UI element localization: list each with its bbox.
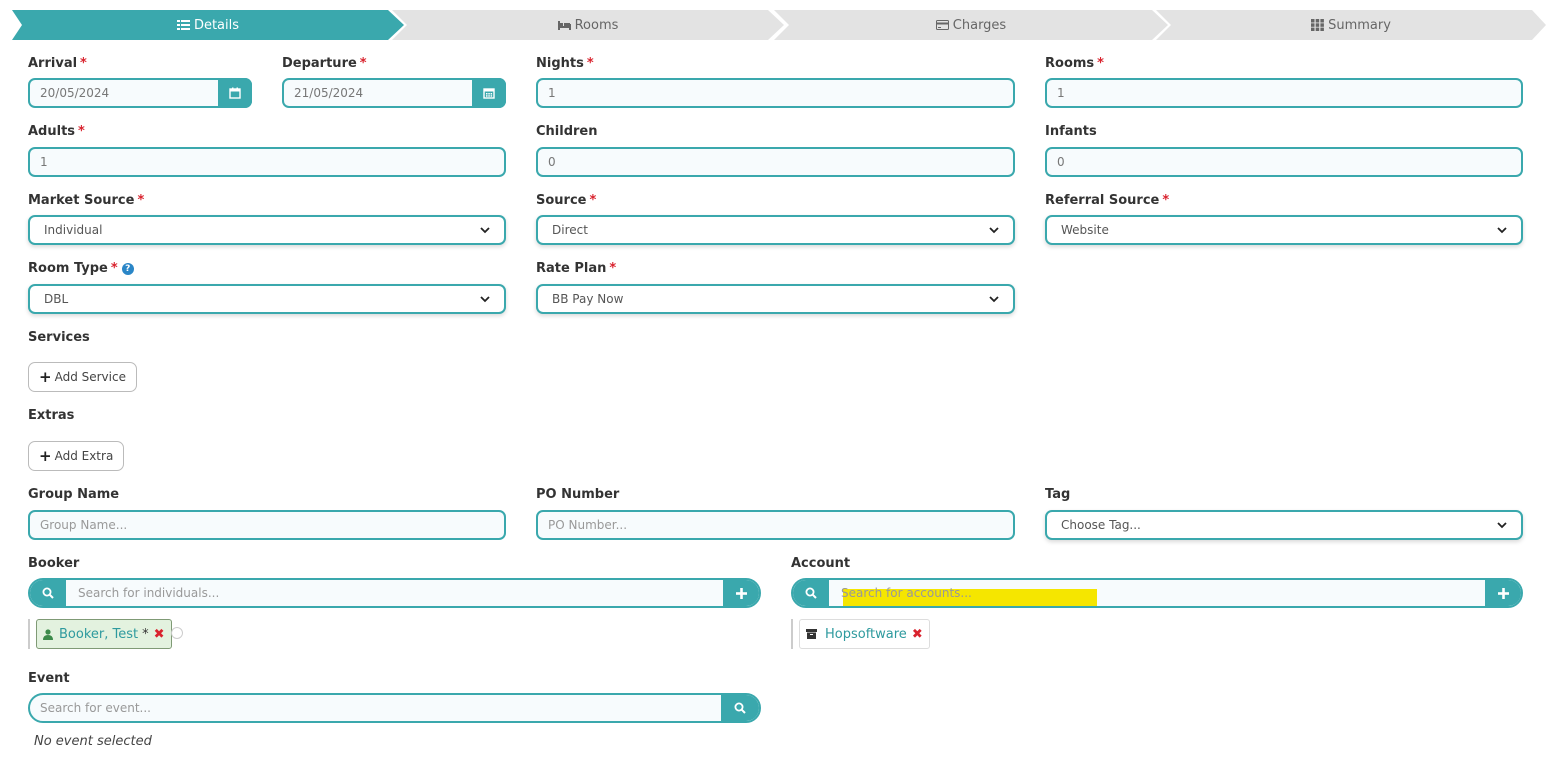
children-input[interactable]: 0 [536, 147, 1015, 177]
search-button[interactable] [30, 580, 66, 606]
children-label: Children [536, 124, 598, 139]
search-icon [42, 587, 54, 599]
chevron-down-icon [1497, 226, 1507, 233]
account-chip[interactable]: Hopsoftware ✖ [799, 619, 930, 649]
list-icon [176, 20, 190, 30]
arrival-date-input[interactable]: 20/05/2024 [28, 78, 252, 108]
step-label: Rooms [574, 17, 619, 33]
step-charges[interactable]: Charges [774, 10, 1168, 40]
no-event-text: No event selected [34, 734, 152, 749]
arrival-calendar-button[interactable] [218, 78, 252, 108]
search-button[interactable] [793, 580, 829, 606]
tag-select[interactable]: Choose Tag... [1045, 510, 1523, 540]
departure-date-input[interactable]: 21/05/2024 [282, 78, 506, 108]
source-select[interactable]: Direct [536, 215, 1015, 245]
tag-label: Tag [1045, 487, 1071, 502]
step-rooms[interactable]: Rooms [392, 10, 784, 40]
arrival-value: 20/05/2024 [40, 86, 110, 100]
archive-icon [806, 629, 817, 639]
market-source-label: Market Source * [28, 193, 145, 208]
infants-input[interactable]: 0 [1045, 147, 1523, 177]
booker-divider [28, 619, 30, 649]
departure-label: Departure * [282, 56, 367, 71]
wizard-steps: Details Rooms Charges Summary [12, 10, 1546, 40]
booker-search-input[interactable]: Search for individuals... [78, 580, 219, 606]
booker-radio[interactable] [171, 627, 183, 639]
event-search[interactable]: Search for event... [28, 693, 761, 723]
referral-source-select[interactable]: Website [1045, 215, 1523, 245]
account-name[interactable]: Hopsoftware [825, 627, 907, 642]
add-extra-button[interactable]: + Add Extra [28, 441, 125, 471]
remove-icon[interactable]: ✖ [154, 627, 165, 642]
calendar-icon [229, 87, 241, 99]
booker-label: Booker [28, 556, 80, 571]
add-booker-button[interactable] [723, 580, 759, 606]
user-icon [43, 628, 53, 640]
primary-star: * [142, 626, 149, 642]
chevron-down-icon [989, 226, 999, 233]
chevron-down-icon [480, 226, 490, 233]
arrival-label: Arrival * [28, 56, 87, 71]
rooms-input[interactable]: 1 [1045, 78, 1523, 108]
po-number-input[interactable]: PO Number... [536, 510, 1015, 540]
adults-input[interactable]: 1 [28, 147, 506, 177]
rate-plan-select[interactable]: BB Pay Now [536, 284, 1015, 314]
step-details[interactable]: Details [12, 10, 404, 40]
grid-icon [1311, 19, 1324, 31]
account-divider [791, 619, 793, 649]
account-search-input[interactable]: Search for accounts... [841, 580, 972, 606]
search-icon [734, 702, 746, 714]
chevron-down-icon [989, 295, 999, 302]
plus-icon [1497, 587, 1509, 599]
po-number-label: PO Number [536, 487, 620, 502]
room-type-label: Room Type *? [28, 261, 134, 276]
step-label: Details [193, 17, 240, 33]
plus-icon: + [39, 368, 52, 386]
booker-chip[interactable]: Booker, Test * ✖ [36, 619, 172, 649]
search-button[interactable] [721, 695, 759, 721]
bed-icon [557, 21, 571, 30]
account-search[interactable]: Search for accounts... [791, 578, 1523, 608]
services-label: Services [28, 330, 90, 345]
help-icon[interactable]: ? [121, 263, 134, 275]
adults-label: Adults * [28, 124, 85, 139]
chevron-down-icon [480, 295, 490, 302]
extras-label: Extras [28, 408, 75, 423]
rooms-label: Rooms * [1045, 56, 1104, 71]
departure-value: 21/05/2024 [294, 86, 364, 100]
step-label: Summary [1328, 17, 1391, 33]
group-name-label: Group Name [28, 487, 120, 502]
nights-label: Nights * [536, 56, 594, 71]
step-summary[interactable]: Summary [1156, 10, 1546, 40]
chevron-down-icon [1497, 521, 1507, 528]
booker-search[interactable]: Search for individuals... [28, 578, 761, 608]
add-service-button[interactable]: + Add Service [28, 362, 137, 392]
event-label: Event [28, 671, 70, 686]
calendar-grid-icon [483, 88, 495, 99]
search-icon [805, 587, 817, 599]
remove-icon[interactable]: ✖ [912, 627, 923, 642]
market-source-select[interactable]: Individual [28, 215, 506, 245]
room-type-select[interactable]: DBL [28, 284, 506, 314]
departure-calendar-button[interactable] [472, 78, 506, 108]
booker-name[interactable]: Booker, Test [59, 627, 138, 642]
group-name-input[interactable]: Group Name... [28, 510, 506, 540]
referral-source-label: Referral Source * [1045, 193, 1170, 208]
account-label: Account [791, 556, 851, 571]
source-label: Source * [536, 193, 597, 208]
credit-card-icon [935, 20, 949, 30]
add-account-button[interactable] [1485, 580, 1521, 606]
step-label: Charges [952, 17, 1007, 33]
plus-icon [735, 587, 747, 599]
nights-input[interactable]: 1 [536, 78, 1015, 108]
event-search-input[interactable]: Search for event... [40, 695, 151, 721]
plus-icon: + [39, 447, 52, 465]
infants-label: Infants [1045, 124, 1097, 139]
rate-plan-label: Rate Plan * [536, 261, 617, 276]
